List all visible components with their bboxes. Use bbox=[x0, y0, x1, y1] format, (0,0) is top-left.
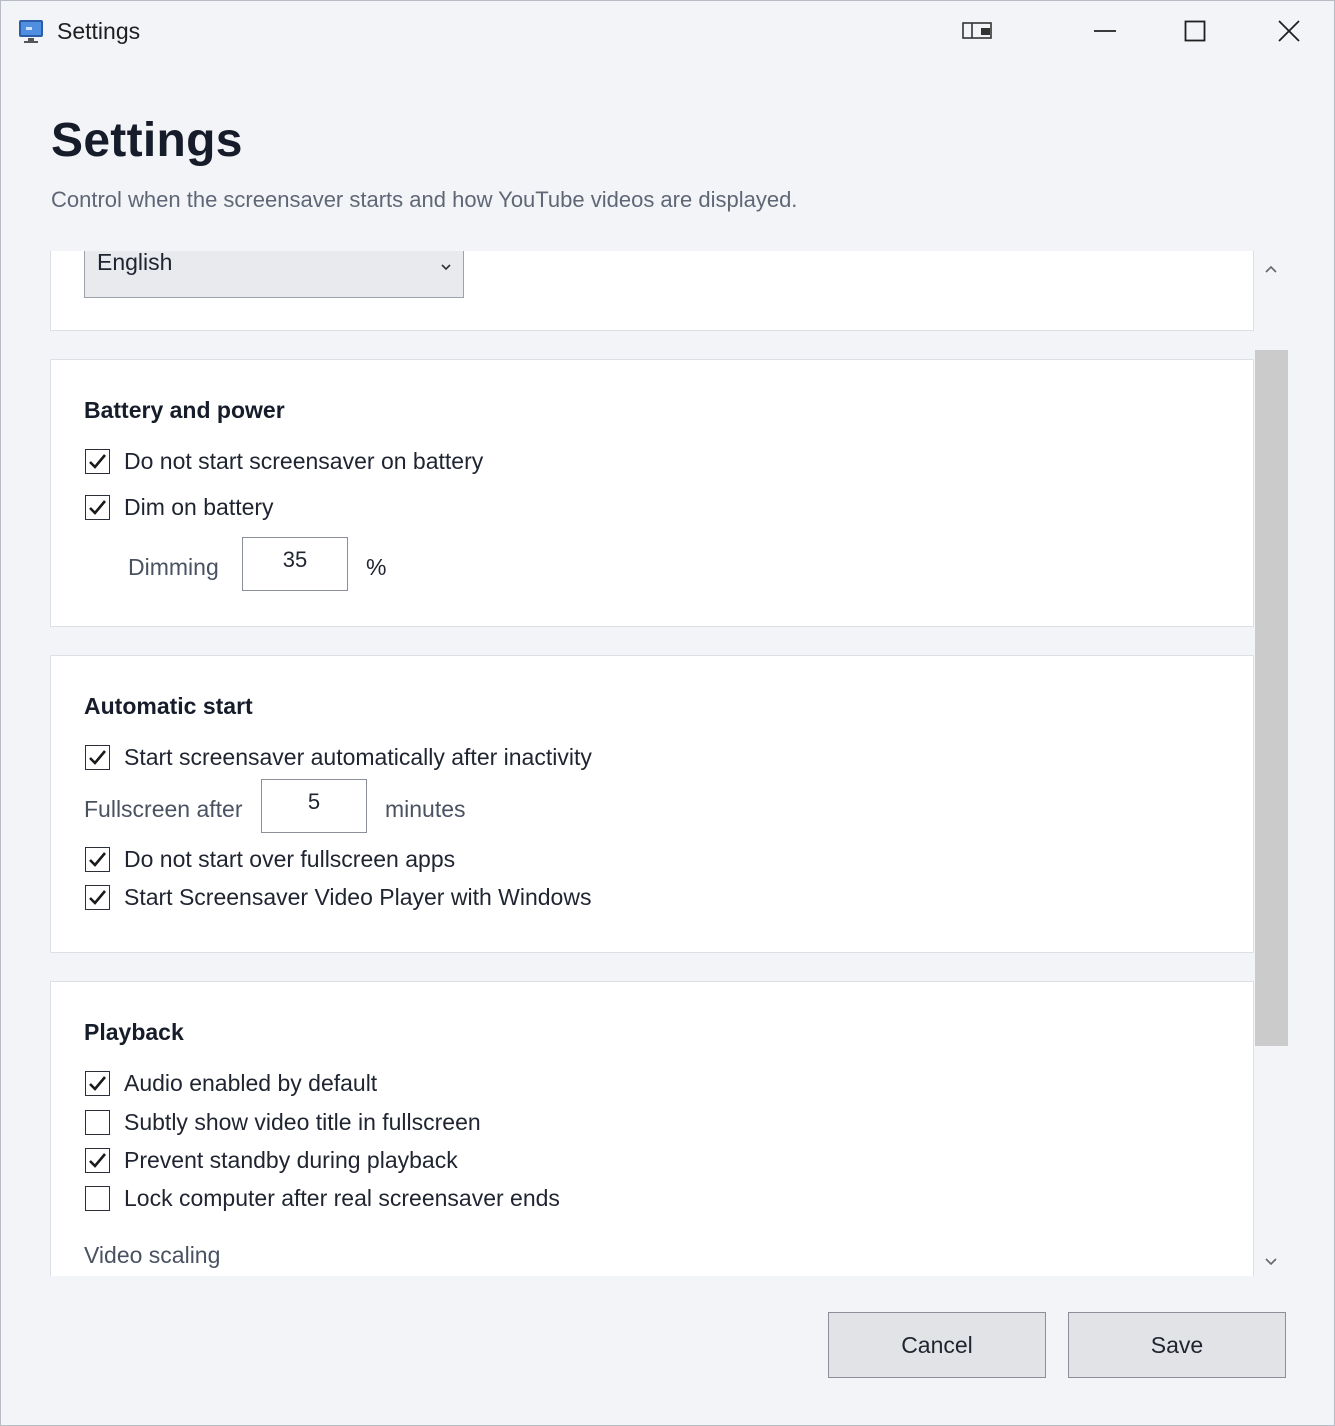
checkbox-box[interactable] bbox=[85, 744, 110, 770]
page-title: Settings bbox=[51, 114, 243, 167]
video-scaling-label: Video scaling bbox=[84, 1242, 221, 1268]
checkbox-box[interactable] bbox=[85, 884, 110, 910]
fullscreen-after-label: Fullscreen after bbox=[84, 796, 243, 822]
dim-on-battery-checkbox[interactable]: Dim on battery bbox=[85, 492, 274, 522]
vertical-scrollbar[interactable] bbox=[1255, 251, 1288, 1276]
checkmark-icon bbox=[89, 851, 106, 867]
checkbox-label: Subtly show video title in fullscreen bbox=[124, 1108, 481, 1135]
checkbox-label: Audio enabled by default bbox=[124, 1069, 378, 1096]
checkmark-icon bbox=[89, 1152, 106, 1168]
checkmark-icon bbox=[89, 453, 106, 469]
show-title-checkbox[interactable]: Subtly show video title in fullscreen bbox=[85, 1107, 481, 1137]
checkbox-label: Prevent standby during playback bbox=[124, 1146, 458, 1173]
maximize-icon bbox=[1184, 20, 1206, 42]
page-subtitle: Control when the screensaver starts and … bbox=[51, 187, 798, 212]
no-start-over-fullscreen-checkbox[interactable]: Do not start over fullscreen apps bbox=[85, 844, 455, 874]
scroll-up-arrow-icon[interactable] bbox=[1264, 261, 1278, 279]
checkmark-icon bbox=[89, 1075, 106, 1091]
checkbox-box[interactable] bbox=[85, 846, 110, 872]
checkbox-label: Start Screensaver Video Player with Wind… bbox=[124, 883, 592, 910]
checkmark-icon bbox=[89, 889, 106, 905]
settings-scroll-area[interactable]: English Battery and power Do not start s… bbox=[50, 251, 1254, 1276]
section-title-battery: Battery and power bbox=[84, 397, 285, 423]
language-select-value: English bbox=[97, 251, 173, 275]
language-card: English bbox=[50, 251, 1254, 331]
minimize-icon bbox=[1094, 29, 1116, 33]
dimming-input[interactable]: 35 bbox=[242, 537, 348, 591]
section-title-automatic-start: Automatic start bbox=[84, 693, 253, 719]
checkbox-label: Lock computer after real screensaver end… bbox=[124, 1184, 560, 1211]
settings-window: Settings Settings Control when the scree… bbox=[0, 0, 1335, 1426]
scroll-down-arrow-icon[interactable] bbox=[1264, 1254, 1278, 1272]
maximize-button[interactable] bbox=[1150, 1, 1240, 61]
checkbox-box[interactable] bbox=[85, 1109, 110, 1135]
language-select[interactable]: English bbox=[84, 251, 464, 298]
start-with-windows-checkbox[interactable]: Start Screensaver Video Player with Wind… bbox=[85, 882, 591, 912]
window-title: Settings bbox=[57, 18, 141, 44]
audio-enabled-checkbox[interactable]: Audio enabled by default bbox=[85, 1068, 377, 1098]
close-button[interactable] bbox=[1244, 1, 1334, 61]
scroll-thumb[interactable] bbox=[1255, 350, 1288, 1046]
checkbox-box[interactable] bbox=[85, 1147, 110, 1173]
start-after-inactivity-checkbox[interactable]: Start screensaver automatically after in… bbox=[85, 742, 592, 772]
close-icon bbox=[1278, 20, 1300, 42]
snap-layout-button[interactable] bbox=[933, 1, 1023, 61]
monitor-app-icon bbox=[18, 18, 44, 44]
snap-layout-icon bbox=[962, 21, 994, 41]
checkbox-label: Start screensaver automatically after in… bbox=[124, 743, 592, 770]
lock-computer-checkbox[interactable]: Lock computer after real screensaver end… bbox=[85, 1183, 560, 1213]
prevent-standby-checkbox[interactable]: Prevent standby during playback bbox=[85, 1145, 458, 1175]
fullscreen-minutes-input[interactable]: 5 bbox=[261, 779, 367, 833]
checkbox-box[interactable] bbox=[85, 1070, 110, 1096]
minimize-button[interactable] bbox=[1060, 1, 1150, 61]
no-start-on-battery-checkbox[interactable]: Do not start screensaver on battery bbox=[85, 446, 483, 476]
section-title-playback: Playback bbox=[84, 1019, 184, 1045]
checkbox-box[interactable] bbox=[85, 1185, 110, 1211]
checkbox-label: Do not start over fullscreen apps bbox=[124, 845, 456, 872]
checkmark-icon bbox=[89, 749, 106, 765]
checkbox-label: Dim on battery bbox=[124, 493, 274, 520]
playback-card: Playback Audio enabled by default Subtly… bbox=[50, 981, 1254, 1276]
save-button[interactable]: Save bbox=[1068, 1312, 1286, 1378]
checkbox-box[interactable] bbox=[85, 448, 110, 474]
automatic-start-card: Automatic start Start screensaver automa… bbox=[50, 655, 1254, 953]
dimming-unit: % bbox=[366, 554, 387, 580]
chevron-down-icon bbox=[439, 259, 453, 277]
checkbox-label: Do not start screensaver on battery bbox=[124, 447, 484, 474]
cancel-button[interactable]: Cancel bbox=[828, 1312, 1046, 1378]
checkbox-box[interactable] bbox=[85, 494, 110, 520]
dimming-label: Dimming bbox=[128, 554, 219, 580]
checkmark-icon bbox=[89, 499, 106, 515]
fullscreen-unit: minutes bbox=[385, 796, 466, 822]
battery-card: Battery and power Do not start screensav… bbox=[50, 359, 1254, 627]
title-bar[interactable]: Settings bbox=[1, 1, 1334, 61]
